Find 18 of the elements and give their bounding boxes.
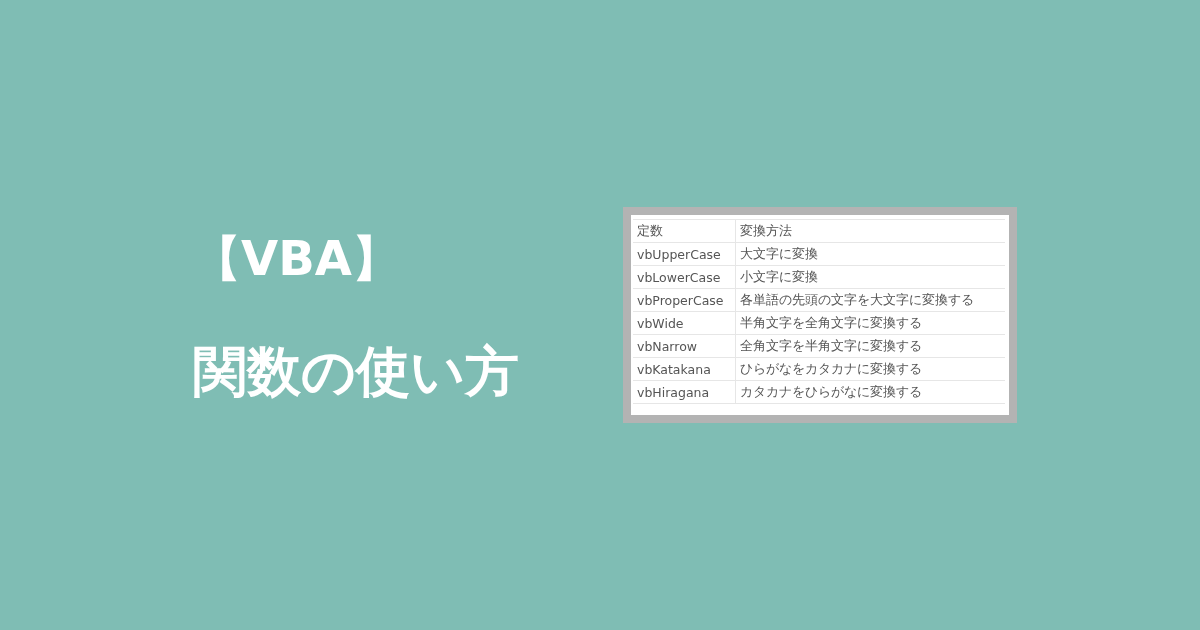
title-text: 関数の使い方 [193,342,520,402]
table-cell: 各単語の先頭の文字を大文字に変換する [735,288,1005,312]
table-cell: 大文字に変換 [735,242,1005,266]
table-cell: 全角文字を半角文字に変換する [735,334,1005,358]
table-cell: vbLowerCase [633,265,736,289]
table-cell: ひらがなをカタカナに変換する [735,357,1005,381]
table-cell: 小文字に変換 [735,265,1005,289]
table-cell: vbKatakana [633,357,736,381]
table-cell: vbUpperCase [633,242,736,266]
table-cell: vbProperCase [633,288,736,312]
table-cell: 半角文字を全角文字に変換する [735,311,1005,335]
header-cell: 定数 [633,219,736,243]
table-cell: vbWide [633,311,736,335]
table-cell: vbHiragana [633,380,736,404]
table-cell: vbNarrow [633,334,736,358]
title-text: 【VBA】 [193,229,401,288]
header-cell: 変換方法 [735,219,1005,243]
table-cell: カタカナをひらがなに変換する [735,380,1005,404]
